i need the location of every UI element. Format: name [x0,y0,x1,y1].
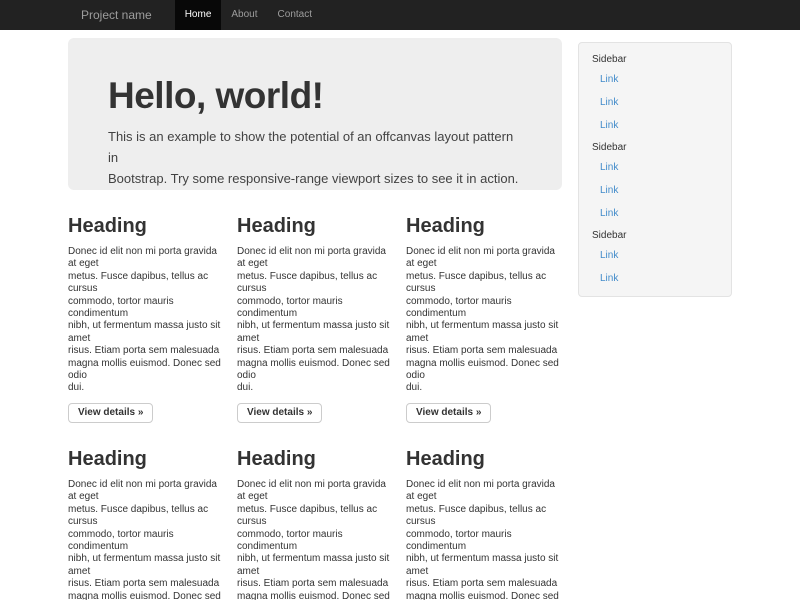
card-title: Heading [68,448,224,470]
card-title: Heading [237,448,393,470]
sidebar-section-2: Sidebar Link Link Link [579,137,731,225]
feature-card-2: Heading Donec id elit non mi porta gravi… [237,190,393,423]
card-title: Heading [406,448,562,470]
feature-card-5: Heading Donec id elit non mi porta gravi… [237,423,393,600]
navbar-menu: Home About Contact [175,0,322,30]
feature-card-1: Heading Donec id elit non mi porta gravi… [68,190,224,423]
nav-item-home[interactable]: Home [175,0,222,30]
sidebar-section-3: Sidebar Link Link [579,225,731,290]
sidebar-link[interactable]: Link [579,244,731,267]
page-title: Hello, world! [108,76,522,117]
sidebar: Sidebar Link Link Link Sidebar Link Link… [578,42,732,297]
nav-item-contact[interactable]: Contact [268,0,322,30]
main-content: Hello, world! This is an example to show… [68,38,562,600]
sidebar-heading: Sidebar [579,49,731,68]
card-body-text: Donec id elit non mi porta gravida at eg… [406,246,562,395]
view-details-button[interactable]: View details » [237,403,322,423]
navbar-container: Project name Home About Contact [68,0,732,30]
cards-row-1: Heading Donec id elit non mi porta gravi… [68,190,562,423]
sidebar-heading: Sidebar [579,137,731,156]
card-body-text: Donec id elit non mi porta gravida at eg… [237,479,393,600]
card-title: Heading [237,215,393,237]
view-details-button[interactable]: View details » [406,403,491,423]
sidebar-link[interactable]: Link [579,156,731,179]
card-body-text: Donec id elit non mi porta gravida at eg… [68,479,224,600]
content-row: Hello, world! This is an example to show… [68,38,732,600]
view-details-button[interactable]: View details » [68,403,153,423]
card-body-text: Donec id elit non mi porta gravida at eg… [406,479,562,600]
page-container: Hello, world! This is an example to show… [68,38,732,600]
sidebar-link[interactable]: Link [579,267,731,290]
jumbotron: Hello, world! This is an example to show… [68,38,562,190]
cards-row-2: Heading Donec id elit non mi porta gravi… [68,423,562,600]
navbar: Project name Home About Contact [0,0,800,30]
sidebar-heading: Sidebar [579,225,731,244]
card-title: Heading [406,215,562,237]
nav-item-about[interactable]: About [221,0,267,30]
feature-card-6: Heading Donec id elit non mi porta gravi… [406,423,562,600]
navbar-brand[interactable]: Project name [68,0,165,30]
sidebar-link[interactable]: Link [579,179,731,202]
feature-card-3: Heading Donec id elit non mi porta gravi… [406,190,562,423]
sidebar-section-1: Sidebar Link Link Link [579,49,731,137]
sidebar-link[interactable]: Link [579,114,731,137]
jumbotron-lead-text: This is an example to show the potential… [108,126,522,189]
feature-card-4: Heading Donec id elit non mi porta gravi… [68,423,224,600]
sidebar-link[interactable]: Link [579,91,731,114]
card-body-text: Donec id elit non mi porta gravida at eg… [237,246,393,395]
card-title: Heading [68,215,224,237]
card-body-text: Donec id elit non mi porta gravida at eg… [68,246,224,395]
sidebar-link[interactable]: Link [579,202,731,225]
sidebar-link[interactable]: Link [579,68,731,91]
